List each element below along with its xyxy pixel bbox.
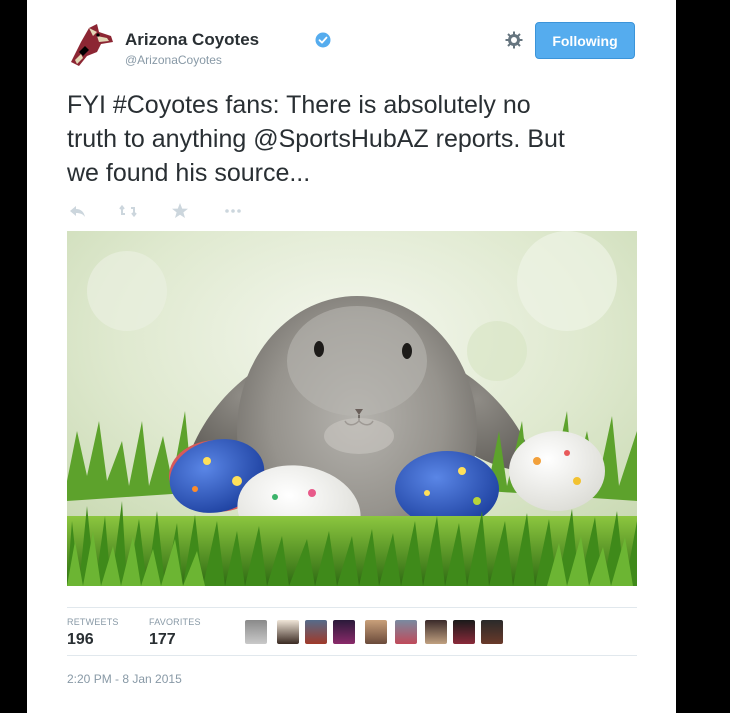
- more-icon[interactable]: [222, 200, 244, 222]
- divider: [67, 655, 637, 656]
- avatar[interactable]: [453, 620, 475, 644]
- following-button[interactable]: Following: [535, 22, 635, 59]
- tweet-header: Arizona Coyotes @ArizonaCoyotes Followin…: [67, 22, 637, 72]
- tweet-text-line: we found his source...: [67, 159, 311, 187]
- avatar[interactable]: [277, 620, 299, 644]
- retweet-icon[interactable]: [117, 200, 139, 222]
- tweet-text-line: FYI #Coyotes fans: There is absolutely n…: [67, 91, 531, 119]
- avatar[interactable]: [305, 620, 327, 644]
- favorites-count[interactable]: 177: [149, 631, 176, 649]
- tweet-actions: [67, 200, 267, 222]
- avatar[interactable]: [245, 620, 267, 644]
- avatar[interactable]: [425, 620, 447, 644]
- author-name[interactable]: Arizona Coyotes: [125, 30, 259, 50]
- avatar[interactable]: [481, 620, 503, 644]
- tweet-photo[interactable]: [67, 231, 637, 586]
- avatar[interactable]: [333, 620, 355, 644]
- gear-icon[interactable]: [504, 30, 524, 50]
- tweet-card: Arizona Coyotes @ArizonaCoyotes Followin…: [27, 0, 676, 713]
- favorite-icon[interactable]: [169, 200, 191, 222]
- tweet-timestamp[interactable]: 2:20 PM - 8 Jan 2015: [67, 672, 182, 686]
- favorites-label: FAVORITES: [149, 617, 201, 627]
- bunny-photo: [67, 231, 637, 586]
- tweet-text-line: truth to anything @SportsHubAZ reports. …: [67, 125, 565, 153]
- retweets-label: RETWEETS: [67, 617, 119, 627]
- favoriter-avatars: [245, 620, 545, 644]
- retweets-count[interactable]: 196: [67, 631, 94, 649]
- divider: [67, 607, 637, 608]
- author-handle[interactable]: @ArizonaCoyotes: [125, 53, 222, 67]
- reply-icon[interactable]: [67, 200, 89, 222]
- coyote-logo-icon[interactable]: [67, 22, 117, 70]
- verified-badge-icon: [315, 32, 331, 48]
- tweet-text: FYI #Coyotes fans: There is absolutely n…: [67, 88, 637, 190]
- avatar[interactable]: [365, 620, 387, 644]
- avatar[interactable]: [395, 620, 417, 644]
